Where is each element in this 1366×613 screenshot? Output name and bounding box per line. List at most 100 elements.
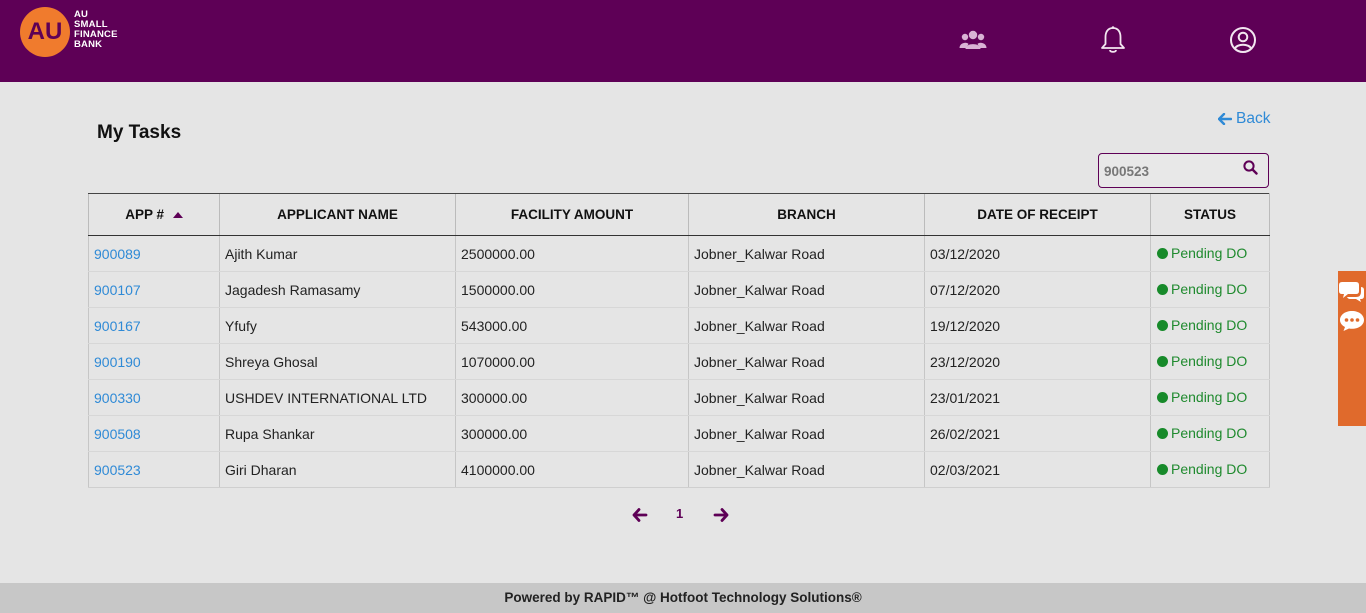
status-cell: Pending DO bbox=[1150, 235, 1270, 272]
app-number-cell: 900167 bbox=[88, 307, 220, 344]
arrow-left-icon bbox=[1218, 113, 1232, 125]
table-row: 900107 Jagadesh Ramasamy 1500000.00 Jobner_… bbox=[88, 271, 1270, 308]
date-of-receipt-cell: 03/12/2020 bbox=[924, 235, 1151, 272]
status-dot-icon bbox=[1157, 319, 1168, 331]
status-label: Pending DO bbox=[1171, 245, 1248, 262]
status-label: Pending DO bbox=[1171, 281, 1248, 298]
app-number-link[interactable]: 900508 bbox=[94, 426, 141, 442]
pagination: 1 bbox=[630, 504, 730, 526]
chat-side-tab bbox=[1338, 271, 1366, 426]
next-page-icon[interactable] bbox=[713, 508, 729, 522]
back-label: Back bbox=[1236, 110, 1271, 127]
page-number[interactable]: 1 bbox=[676, 506, 683, 521]
column-header-label: APP # bbox=[125, 207, 164, 222]
status-badge: Pending DO bbox=[1157, 317, 1247, 333]
app-number-cell: 900523 bbox=[88, 451, 220, 488]
table-header-row: APP # APPLICANT NAME FACILITY AMOUNT BRA… bbox=[88, 193, 1270, 236]
logo-wordmark: AU SMALL FINANCE BANK bbox=[74, 10, 118, 50]
applicant-name-cell: USHDEV INTERNATIONAL LTD bbox=[219, 379, 456, 416]
app-number-cell: 900330 bbox=[88, 379, 220, 416]
date-of-receipt-cell: 23/01/2021 bbox=[924, 379, 1151, 416]
applicant-name-cell: Ajith Kumar bbox=[219, 235, 456, 272]
branch-cell: Jobner_Kalwar Road bbox=[688, 343, 925, 380]
column-header-branch[interactable]: BRANCH bbox=[688, 193, 925, 236]
table-row: 900330 USHDEV INTERNATIONAL LTD 300000.00 J… bbox=[88, 379, 1270, 416]
date-of-receipt-cell: 23/12/2020 bbox=[924, 343, 1151, 380]
facility-amount-cell: 300000.00 bbox=[455, 415, 689, 452]
app-number-link[interactable]: 900330 bbox=[94, 390, 141, 406]
applicant-name-cell: Yfufy bbox=[219, 307, 456, 344]
table-row: 900508 Rupa Shankar 300000.00 Jobner_Kalwar… bbox=[88, 415, 1270, 452]
applicant-name-cell: Giri Dharan bbox=[219, 451, 456, 488]
status-label: Pending DO bbox=[1171, 425, 1248, 442]
status-label: Pending DO bbox=[1171, 389, 1248, 406]
status-dot-icon bbox=[1157, 247, 1168, 259]
status-badge: Pending DO bbox=[1157, 425, 1247, 441]
previous-page-icon[interactable] bbox=[632, 508, 648, 522]
table-row: 900190 Shreya Ghosal 1070000.00 Jobner_Kalw… bbox=[88, 343, 1270, 380]
status-cell: Pending DO bbox=[1150, 343, 1270, 380]
date-of-receipt-cell: 19/12/2020 bbox=[924, 307, 1151, 344]
status-label: Pending DO bbox=[1171, 461, 1248, 478]
tasks-table: APP # APPLICANT NAME FACILITY AMOUNT BRA… bbox=[88, 193, 1270, 488]
applicant-name-cell: Shreya Ghosal bbox=[219, 343, 456, 380]
status-dot-icon bbox=[1157, 283, 1168, 295]
app-number-cell: 900107 bbox=[88, 271, 220, 308]
facility-amount-cell: 4100000.00 bbox=[455, 451, 689, 488]
search-input[interactable] bbox=[1104, 162, 1239, 180]
bell-icon[interactable] bbox=[1098, 25, 1128, 55]
branch-cell: Jobner_Kalwar Road bbox=[688, 451, 925, 488]
status-badge: Pending DO bbox=[1157, 353, 1247, 369]
status-dot-icon bbox=[1157, 427, 1168, 439]
status-cell: Pending DO bbox=[1150, 307, 1270, 344]
status-dot-icon bbox=[1157, 391, 1168, 403]
status-cell: Pending DO bbox=[1150, 415, 1270, 452]
status-dot-icon bbox=[1157, 355, 1168, 367]
column-header-status[interactable]: STATUS bbox=[1150, 193, 1270, 236]
branch-cell: Jobner_Kalwar Road bbox=[688, 379, 925, 416]
search-icon[interactable] bbox=[1243, 160, 1258, 175]
date-of-receipt-cell: 07/12/2020 bbox=[924, 271, 1151, 308]
status-badge: Pending DO bbox=[1157, 281, 1247, 297]
app-number-link[interactable]: 900523 bbox=[94, 462, 141, 478]
status-dot-icon bbox=[1157, 463, 1168, 475]
status-label: Pending DO bbox=[1171, 317, 1248, 334]
bank-logo[interactable]: AU AU SMALL FINANCE BANK bbox=[20, 7, 118, 57]
page-title: My Tasks bbox=[97, 122, 182, 143]
user-profile-icon[interactable] bbox=[1228, 25, 1258, 55]
table-row: 900523 Giri Dharan 4100000.00 Jobner_Kalwar… bbox=[88, 451, 1270, 488]
date-of-receipt-cell: 02/03/2021 bbox=[924, 451, 1151, 488]
date-of-receipt-cell: 26/02/2021 bbox=[924, 415, 1151, 452]
applicant-name-cell: Jagadesh Ramasamy bbox=[219, 271, 456, 308]
app-number-link[interactable]: 900089 bbox=[94, 246, 141, 262]
chat-bubbles-icon[interactable] bbox=[1339, 279, 1365, 303]
users-icon[interactable] bbox=[958, 25, 988, 55]
app-number-link[interactable]: 900190 bbox=[94, 354, 141, 370]
branch-cell: Jobner_Kalwar Road bbox=[688, 271, 925, 308]
column-header-app[interactable]: APP # bbox=[88, 193, 220, 236]
status-cell: Pending DO bbox=[1150, 379, 1270, 416]
app-number-cell: 900190 bbox=[88, 343, 220, 380]
logo-mark: AU bbox=[20, 7, 70, 57]
status-badge: Pending DO bbox=[1157, 389, 1247, 405]
status-badge: Pending DO bbox=[1157, 245, 1247, 261]
footer: Powered by RAPID™ @ Hotfoot Technology S… bbox=[0, 583, 1366, 613]
branch-cell: Jobner_Kalwar Road bbox=[688, 307, 925, 344]
column-header-facility-amount[interactable]: FACILITY AMOUNT bbox=[455, 193, 689, 236]
table-row: 900089 Ajith Kumar 2500000.00 Jobner_Kalwar… bbox=[88, 235, 1270, 272]
sort-ascending-icon bbox=[172, 212, 183, 219]
app-number-link[interactable]: 900167 bbox=[94, 318, 141, 334]
facility-amount-cell: 300000.00 bbox=[455, 379, 689, 416]
status-cell: Pending DO bbox=[1150, 271, 1270, 308]
app-number-cell: 900508 bbox=[88, 415, 220, 452]
chat-dots-icon[interactable] bbox=[1339, 309, 1365, 333]
back-link[interactable]: Back bbox=[1218, 110, 1270, 128]
column-header-applicant-name[interactable]: APPLICANT NAME bbox=[219, 193, 456, 236]
app-number-link[interactable]: 900107 bbox=[94, 282, 141, 298]
facility-amount-cell: 1500000.00 bbox=[455, 271, 689, 308]
status-badge: Pending DO bbox=[1157, 461, 1247, 477]
branch-cell: Jobner_Kalwar Road bbox=[688, 235, 925, 272]
column-header-date-of-receipt[interactable]: DATE OF RECEIPT bbox=[924, 193, 1151, 236]
app-number-cell: 900089 bbox=[88, 235, 220, 272]
search-box bbox=[1098, 153, 1269, 188]
